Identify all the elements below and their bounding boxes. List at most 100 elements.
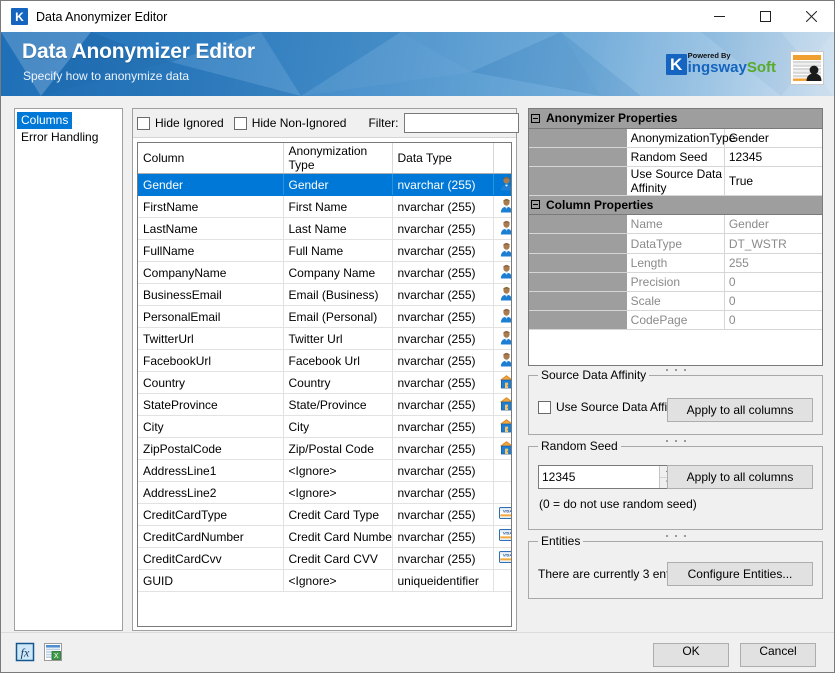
- cell-anonymization-type[interactable]: First Name: [283, 196, 392, 218]
- table-row[interactable]: FirstNameFirst Namenvarchar (255): [138, 196, 511, 218]
- cell-anonymization-type[interactable]: Full Name: [283, 240, 392, 262]
- table-row[interactable]: PersonalEmailEmail (Personal)nvarchar (2…: [138, 306, 511, 328]
- person-icon: [499, 352, 512, 367]
- filter-label: Filter:: [368, 116, 398, 130]
- random-seed-input[interactable]: [539, 466, 659, 488]
- property-value[interactable]: 0: [724, 311, 822, 330]
- cell-anonymization-type[interactable]: Credit Card CVV: [283, 548, 392, 570]
- table-row[interactable]: TwitterUrlTwitter Urlnvarchar (255): [138, 328, 511, 350]
- maximize-icon[interactable]: [742, 1, 788, 32]
- property-value[interactable]: Gender: [724, 128, 822, 147]
- table-row[interactable]: CreditCardNumberCredit Card Numbernvarch…: [138, 526, 511, 548]
- table-row[interactable]: GUID<Ignore>uniqueidentifier: [138, 570, 511, 592]
- configure-entities-button[interactable]: Configure Entities...: [667, 562, 813, 586]
- property-row[interactable]: NameGender: [529, 215, 822, 234]
- property-category-row[interactable]: Column Properties: [529, 196, 822, 215]
- cell-anonymization-type[interactable]: Email (Business): [283, 284, 392, 306]
- use-source-data-affinity-checkbox[interactable]: Use Source Data Affinity: [538, 400, 686, 414]
- table-row[interactable]: AddressLine2<Ignore>nvarchar (255): [138, 482, 511, 504]
- hide-ignored-checkbox[interactable]: Hide Ignored: [137, 116, 224, 130]
- properties-grid[interactable]: Anonymizer PropertiesAnonymizationTypeGe…: [528, 108, 823, 366]
- cell-anonymization-type[interactable]: <Ignore>: [283, 482, 392, 504]
- source-affinity-apply-to-all-columns-button[interactable]: Apply to all columns: [667, 398, 813, 422]
- cell-icon: [493, 416, 511, 438]
- property-row[interactable]: CodePage0: [529, 311, 822, 330]
- property-row[interactable]: Random Seed12345: [529, 147, 822, 166]
- property-category-label: Anonymizer Properties: [529, 109, 822, 128]
- cell-column: GUID: [138, 570, 283, 592]
- cell-anonymization-type[interactable]: Twitter Url: [283, 328, 392, 350]
- cell-anonymization-type[interactable]: City: [283, 416, 392, 438]
- brand-wordmark: Powered By ingswaySoft: [688, 51, 776, 75]
- cell-anonymization-type[interactable]: State/Province: [283, 394, 392, 416]
- filter-input[interactable]: [404, 113, 519, 133]
- cell-anonymization-type[interactable]: <Ignore>: [283, 460, 392, 482]
- random-seed-apply-to-all-columns-button[interactable]: Apply to all columns: [667, 465, 813, 489]
- table-row[interactable]: BusinessEmailEmail (Business)nvarchar (2…: [138, 284, 511, 306]
- table-row[interactable]: CreditCardTypeCredit Card Typenvarchar (…: [138, 504, 511, 526]
- credit-card-icon: VISA: [499, 529, 512, 541]
- cell-anonymization-type[interactable]: Company Name: [283, 262, 392, 284]
- random-seed-stepper[interactable]: ▲ ▼: [538, 465, 683, 489]
- cell-icon: [493, 174, 511, 196]
- table-row[interactable]: GenderGendernvarchar (255): [138, 174, 511, 196]
- property-value[interactable]: 12345: [724, 147, 822, 166]
- table-row[interactable]: CompanyNameCompany Namenvarchar (255): [138, 262, 511, 284]
- grid-vertical-scrollbar[interactable]: [513, 47, 517, 551]
- table-row[interactable]: CreditCardCvvCredit Card CVVnvarchar (25…: [138, 548, 511, 570]
- person-icon: [499, 308, 512, 323]
- table-row[interactable]: LastNameLast Namenvarchar (255): [138, 218, 511, 240]
- column-header-anonymization-type[interactable]: Anonymization Type: [283, 143, 392, 174]
- property-value[interactable]: 0: [724, 272, 822, 291]
- sidebar-item-error-handling[interactable]: Error Handling: [17, 129, 120, 146]
- table-row[interactable]: FacebookUrlFacebook Urlnvarchar (255): [138, 350, 511, 372]
- ok-button[interactable]: OK: [653, 643, 729, 667]
- table-row[interactable]: CountryCountrynvarchar (255): [138, 372, 511, 394]
- cell-anonymization-type[interactable]: Zip/Postal Code: [283, 438, 392, 460]
- use-source-data-affinity-checkbox-box[interactable]: [538, 401, 551, 414]
- collapse-icon[interactable]: [531, 200, 540, 209]
- page-navigation-list[interactable]: Columns Error Handling: [14, 108, 123, 631]
- cell-data-type: nvarchar (255): [392, 196, 493, 218]
- cell-anonymization-type[interactable]: Last Name: [283, 218, 392, 240]
- columns-grid[interactable]: Column Anonymization Type Data Type Gend…: [137, 142, 512, 627]
- property-category-row[interactable]: Anonymizer Properties: [529, 109, 822, 128]
- property-value[interactable]: True: [724, 167, 822, 196]
- property-row[interactable]: Precision0: [529, 272, 822, 291]
- cell-anonymization-type[interactable]: Credit Card Type: [283, 504, 392, 526]
- close-icon[interactable]: [788, 1, 834, 32]
- property-value[interactable]: DT_WSTR: [724, 234, 822, 253]
- column-header-icon[interactable]: [493, 143, 511, 174]
- table-row[interactable]: ZipPostalCodeZip/Postal Codenvarchar (25…: [138, 438, 511, 460]
- table-row[interactable]: CityCitynvarchar (255): [138, 416, 511, 438]
- table-row[interactable]: FullNameFull Namenvarchar (255): [138, 240, 511, 262]
- hide-ignored-checkbox-box[interactable]: [137, 117, 150, 130]
- property-value[interactable]: Gender: [724, 215, 822, 234]
- hide-non-ignored-checkbox[interactable]: Hide Non-Ignored: [234, 116, 347, 130]
- table-row[interactable]: AddressLine1<Ignore>nvarchar (255): [138, 460, 511, 482]
- column-header-data-type[interactable]: Data Type: [392, 143, 493, 174]
- cell-anonymization-type[interactable]: Facebook Url: [283, 350, 392, 372]
- data-preview-icon[interactable]: X: [42, 641, 64, 663]
- cell-anonymization-type[interactable]: Gender: [283, 174, 392, 196]
- hide-non-ignored-checkbox-box[interactable]: [234, 117, 247, 130]
- property-row[interactable]: Scale0: [529, 292, 822, 311]
- cell-anonymization-type[interactable]: <Ignore>: [283, 570, 392, 592]
- cancel-button[interactable]: Cancel: [740, 643, 816, 667]
- cell-anonymization-type[interactable]: Email (Personal): [283, 306, 392, 328]
- cell-anonymization-type[interactable]: Country: [283, 372, 392, 394]
- property-row[interactable]: DataTypeDT_WSTR: [529, 234, 822, 253]
- property-value[interactable]: 0: [724, 292, 822, 311]
- property-row[interactable]: AnonymizationTypeGender: [529, 128, 822, 147]
- cell-anonymization-type[interactable]: Credit Card Number: [283, 526, 392, 548]
- collapse-icon[interactable]: [531, 114, 540, 123]
- sidebar-item-columns[interactable]: Columns: [17, 112, 72, 129]
- fx-icon[interactable]: fx: [14, 641, 36, 663]
- column-header-column[interactable]: Column: [138, 143, 283, 174]
- minimize-icon[interactable]: [696, 1, 742, 32]
- property-row[interactable]: Length255: [529, 253, 822, 272]
- property-value[interactable]: 255: [724, 253, 822, 272]
- cell-data-type: nvarchar (255): [392, 306, 493, 328]
- property-row[interactable]: Use Source Data AffinityTrue: [529, 167, 822, 196]
- table-row[interactable]: StateProvinceState/Provincenvarchar (255…: [138, 394, 511, 416]
